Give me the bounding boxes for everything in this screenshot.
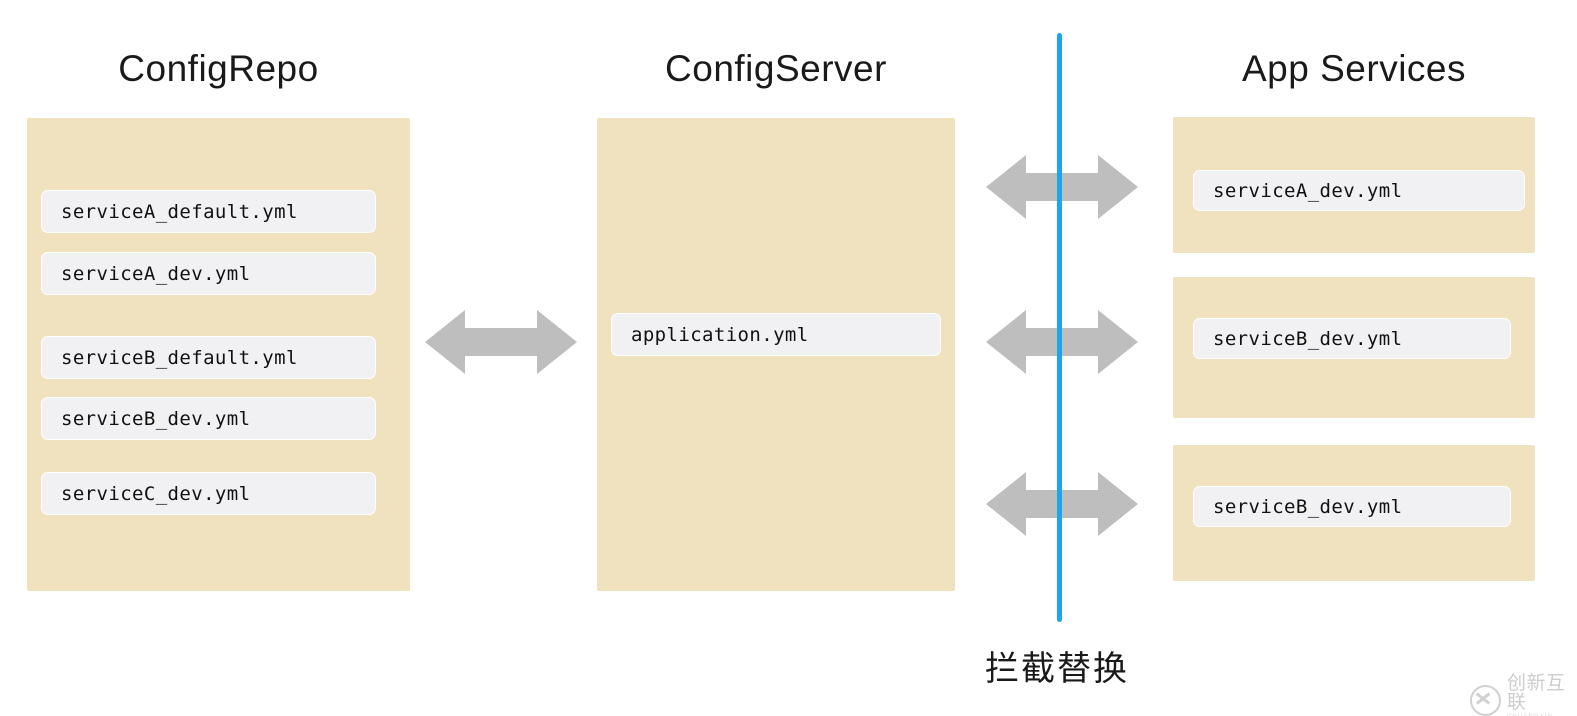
arrow-server-to-serviceC <box>986 470 1138 538</box>
watermark-cn-text: 创新互联 <box>1507 672 1566 713</box>
arrow-server-to-serviceB <box>986 308 1138 376</box>
column-title-app-services: App Services <box>1242 48 1466 89</box>
column-title-config-repo: ConfigRepo <box>118 48 319 89</box>
file-chip-serviceA-dev[interactable]: serviceA_dev.yml <box>41 252 376 295</box>
watermark: 创新互联 CHUANGXIN HULIAN <box>1470 674 1577 716</box>
file-chip-serviceB-default[interactable]: serviceB_default.yml <box>41 336 376 379</box>
column-title-config-server: ConfigServer <box>665 48 887 89</box>
arrow-server-to-serviceA <box>986 153 1138 221</box>
intercept-label: 拦截替换 <box>985 649 1129 689</box>
file-chip-app-serviceA-dev[interactable]: serviceA_dev.yml <box>1193 170 1525 211</box>
file-chip-app-serviceB-dev[interactable]: serviceB_dev.yml <box>1193 318 1511 359</box>
file-chip-serviceA-default[interactable]: serviceA_default.yml <box>41 190 376 233</box>
file-chip-application-yml[interactable]: application.yml <box>611 313 941 356</box>
file-chip-serviceB-dev[interactable]: serviceB_dev.yml <box>41 397 376 440</box>
intercept-line <box>1057 33 1062 622</box>
file-chip-serviceC-dev[interactable]: serviceC_dev.yml <box>41 472 376 515</box>
watermark-logo-icon <box>1470 684 1501 716</box>
file-chip-app-serviceC-dev[interactable]: serviceB_dev.yml <box>1193 486 1511 527</box>
arrow-repo-to-server <box>425 308 577 376</box>
diagram-canvas: ConfigRepo ConfigServer App Services ser… <box>0 0 1577 716</box>
